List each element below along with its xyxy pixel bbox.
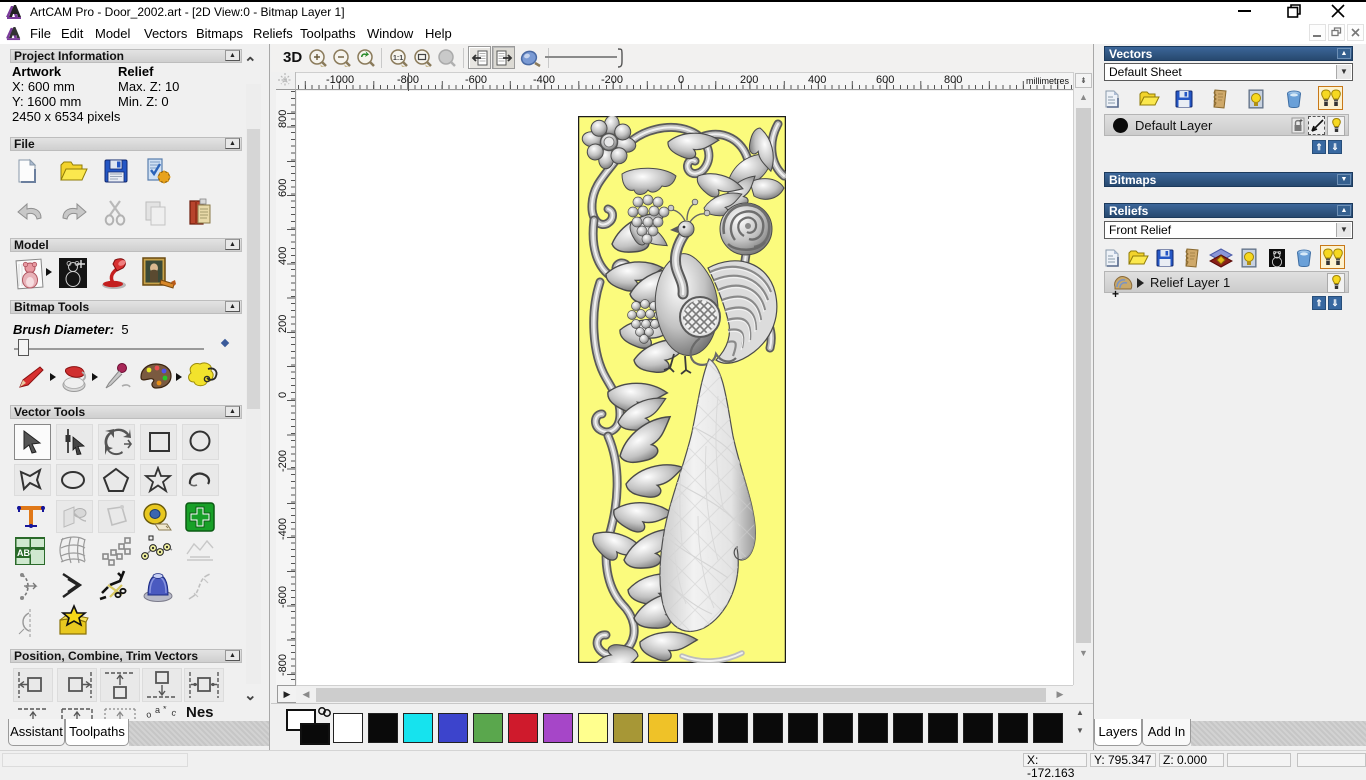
svg-text:c: c — [171, 707, 178, 718]
svg-text:1:1: 1:1 — [393, 55, 403, 62]
svg-text:*: * — [163, 706, 167, 714]
svg-text:a: a — [155, 706, 160, 715]
svg-text:o: o — [145, 709, 152, 720]
